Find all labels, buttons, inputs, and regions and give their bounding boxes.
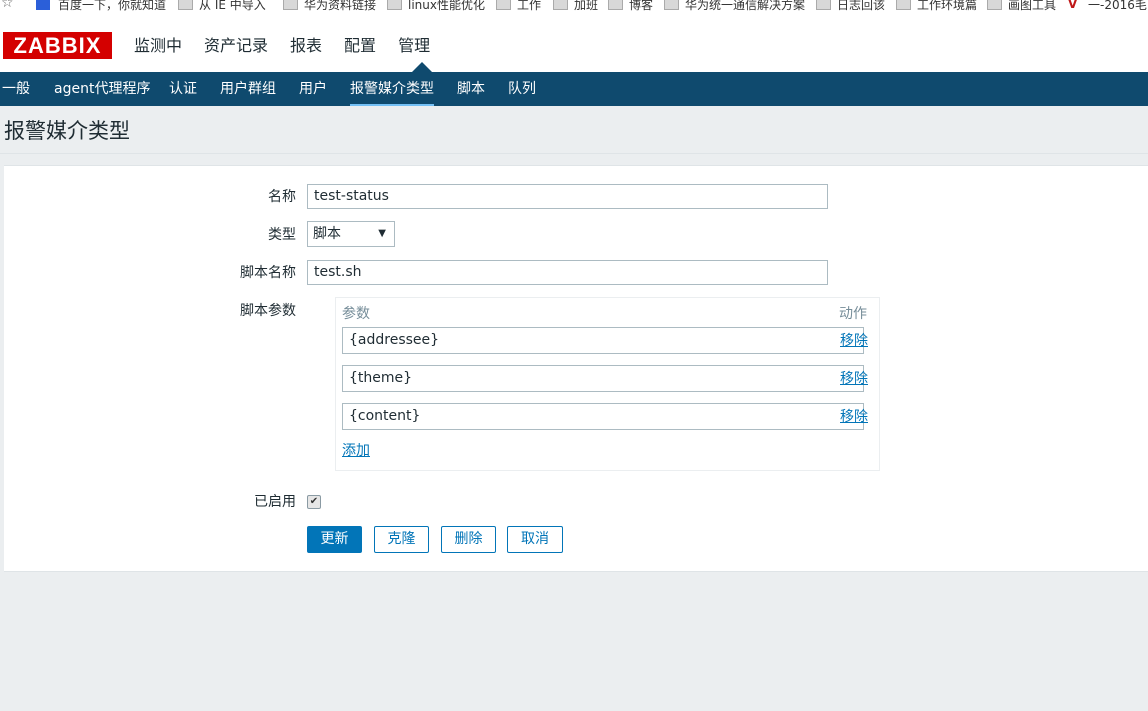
bookmark-item[interactable]: 工作 (496, 0, 541, 11)
name-input[interactable]: test-status (307, 184, 828, 209)
enabled-checkbox[interactable]: ✔ (307, 495, 321, 509)
bookmark-item[interactable]: 画图工具 (987, 0, 1056, 11)
main-header: ZABBIX 监测中 资产记录 报表 配置 管理 (0, 14, 1148, 72)
type-label: 类型 (268, 227, 296, 243)
nav-administration[interactable]: 管理 (398, 36, 430, 56)
bookmark-item[interactable]: 华为统一通信解决方案 (664, 0, 805, 11)
subnav-queue[interactable]: 队列 (508, 81, 536, 97)
type-select[interactable]: 脚本 ▼ (307, 221, 395, 247)
folder-icon (987, 0, 1002, 10)
nav-reports[interactable]: 报表 (290, 36, 322, 56)
active-nav-pointer (412, 62, 432, 72)
subnav-proxies[interactable]: agent代理程序 (54, 81, 150, 97)
folder-icon (178, 0, 193, 10)
folder-icon (387, 0, 402, 10)
subnav-media-types[interactable]: 报警媒介类型 (350, 81, 434, 106)
folder-icon (896, 0, 911, 10)
enabled-label: 已启用 (254, 494, 296, 510)
page-title: 报警媒介类型 (4, 119, 130, 143)
nav-monitoring[interactable]: 监测中 (134, 36, 182, 56)
param-input[interactable]: {content} (342, 403, 864, 430)
folder-icon (816, 0, 831, 10)
subnav-users[interactable]: 用户 (299, 81, 327, 97)
name-label: 名称 (268, 189, 296, 205)
remove-param-link[interactable]: 移除 (840, 370, 868, 388)
add-param-link[interactable]: 添加 (342, 442, 370, 460)
folder-icon (496, 0, 511, 10)
script-name-input[interactable]: test.sh (307, 260, 828, 285)
folder-icon (664, 0, 679, 10)
subnav-user-groups[interactable]: 用户群组 (220, 81, 276, 97)
nav-configuration[interactable]: 配置 (344, 36, 376, 56)
folder-icon (608, 0, 623, 10)
action-column-header: 动作 (839, 306, 867, 322)
subnav-general[interactable]: 一般 (2, 81, 30, 97)
title-divider (0, 153, 1148, 154)
delete-button[interactable]: 删除 (441, 526, 496, 553)
remove-param-link[interactable]: 移除 (840, 332, 868, 350)
star-icon[interactable]: ☆ (1, 0, 14, 10)
zabbix-logo[interactable]: ZABBIX (3, 32, 112, 59)
bookmark-item[interactable]: 百度一下，你就知道 (36, 0, 166, 11)
param-input[interactable]: {addressee} (342, 327, 864, 354)
update-button[interactable]: 更新 (307, 526, 362, 553)
remove-param-link[interactable]: 移除 (840, 408, 868, 426)
bookmark-item[interactable]: 从 IE 中导入 (178, 0, 266, 11)
param-input[interactable]: {theme} (342, 365, 864, 392)
params-column-header: 参数 (342, 306, 370, 322)
bookmark-item[interactable]: 博客 (608, 0, 653, 11)
v-logo-icon: V (1068, 0, 1078, 11)
bookmark-item[interactable]: V 一-2016毛 (1068, 0, 1147, 11)
top-nav: 监测中 资产记录 报表 配置 管理 (134, 36, 452, 72)
media-type-form: 名称 test-status 类型 脚本 ▼ 脚本名称 test.sh 脚本参数… (4, 165, 1148, 572)
bookmark-item[interactable]: 华为资料链接 (283, 0, 376, 11)
script-params-label: 脚本参数 (240, 303, 296, 319)
bookmark-item[interactable]: 日志回该 (816, 0, 885, 11)
clone-button[interactable]: 克隆 (374, 526, 429, 553)
bookmarks-bar: ☆ 百度一下，你就知道 从 IE 中导入 华为资料链接 linux性能优化 工作… (0, 0, 1148, 14)
cancel-button[interactable]: 取消 (507, 526, 563, 553)
folder-icon (283, 0, 298, 10)
bookmark-item[interactable]: linux性能优化 (387, 0, 485, 11)
caret-down-icon: ▼ (378, 228, 386, 239)
subnav-scripts[interactable]: 脚本 (457, 81, 485, 97)
script-name-label: 脚本名称 (240, 265, 296, 281)
bookmark-item[interactable]: 加班 (553, 0, 598, 11)
paw-icon (36, 0, 50, 10)
sub-nav: 一般 agent代理程序 认证 用户群组 用户 报警媒介类型 脚本 队列 (0, 72, 1148, 106)
type-selected-value: 脚本 (313, 226, 341, 242)
folder-icon (553, 0, 568, 10)
nav-inventory[interactable]: 资产记录 (204, 36, 268, 56)
subnav-authentication[interactable]: 认证 (169, 81, 197, 97)
script-params-table: 参数 动作 {addressee} 移除 {theme} 移除 {content… (335, 297, 880, 471)
bookmark-item[interactable]: 工作环境篇 (896, 0, 977, 11)
checkmark-icon: ✔ (309, 496, 319, 507)
